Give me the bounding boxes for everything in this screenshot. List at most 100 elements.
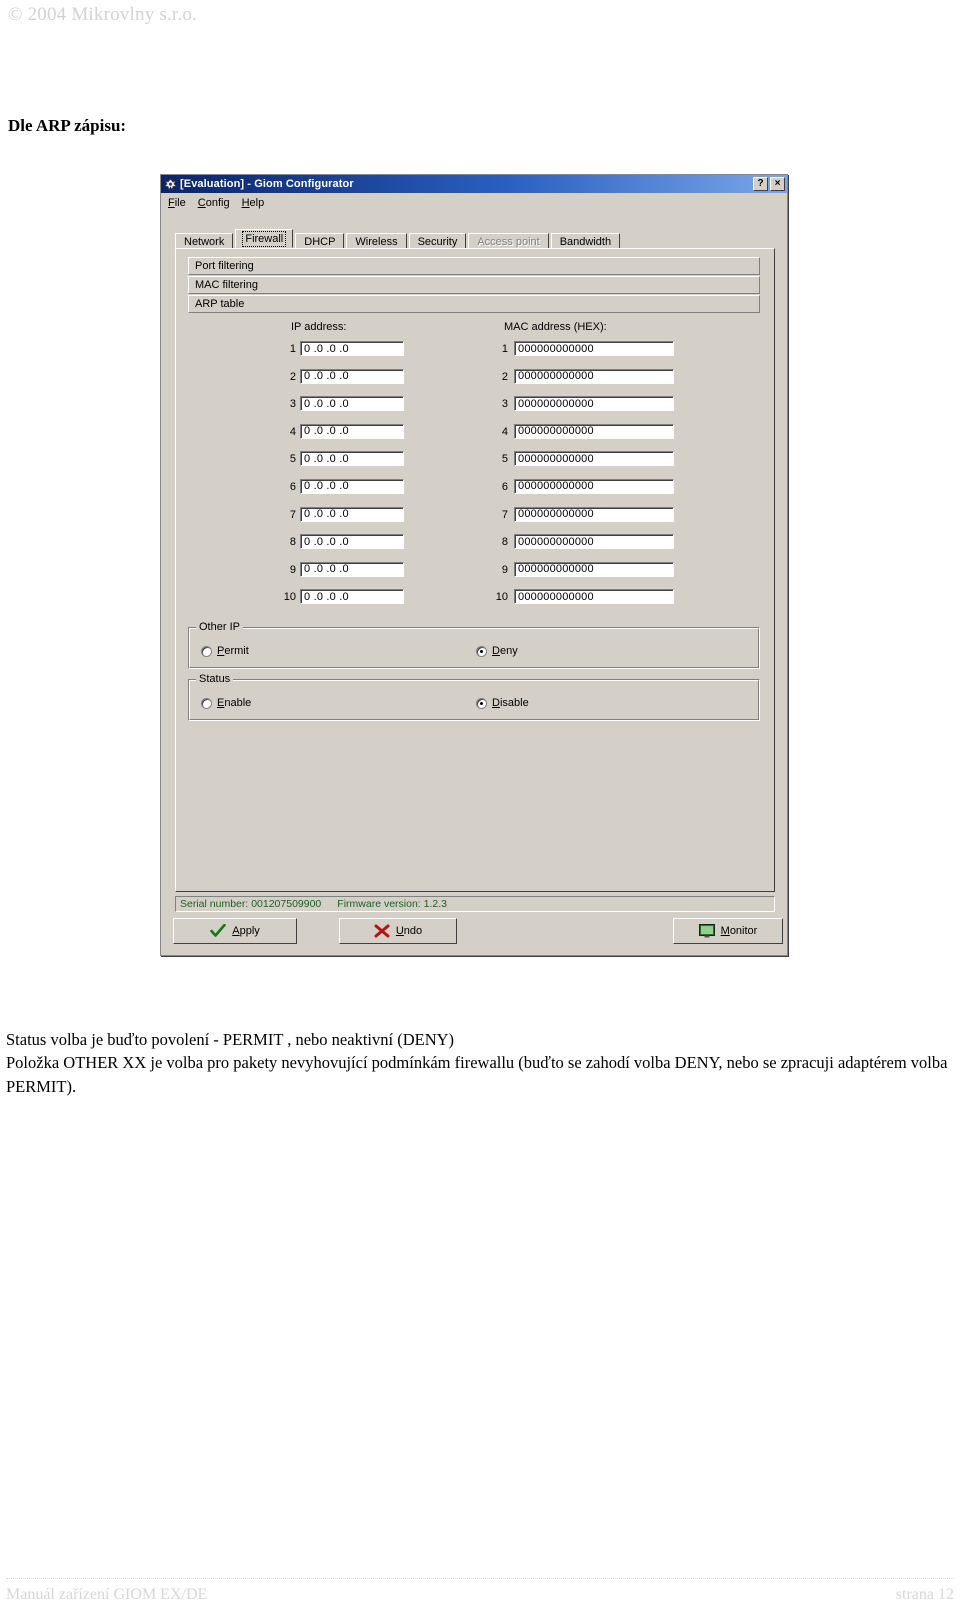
table-row: 4 0 .0 .0 .0 4 000000000000 xyxy=(176,423,774,452)
ip-address-input-1[interactable]: 0 .0 .0 .0 xyxy=(300,341,404,356)
green-check-icon xyxy=(210,924,227,938)
mac-address-input-7[interactable]: 000000000000 xyxy=(514,506,674,522)
menu-file[interactable]: File xyxy=(168,197,186,209)
row-index-ip-6: 6 xyxy=(289,480,296,493)
mac-address-input-2[interactable]: 000000000000 xyxy=(514,368,674,384)
table-row: 10 0 .0 .0 .0 10 000000000000 xyxy=(176,589,774,617)
mac-address-input-9[interactable]: 000000000000 xyxy=(514,561,674,577)
footer-manual-title: Manuál zařízení GIOM EX/DE xyxy=(6,1586,208,1603)
status-group-title: Status xyxy=(196,673,234,685)
tab-firewall[interactable]: Firewall xyxy=(235,229,294,248)
row-index-mac-7: 7 xyxy=(501,508,508,521)
menu-config-accel: C xyxy=(197,196,206,209)
action-button-row: Apply Undo Monitor xyxy=(173,918,783,946)
ip-address-input-4[interactable]: 0 .0 .0 .0 xyxy=(300,423,404,439)
footer-page-number: strana 12 xyxy=(895,1586,954,1603)
apply-button-label: Apply xyxy=(232,925,260,937)
mac-address-input-1[interactable]: 000000000000 xyxy=(514,341,674,356)
menu-file-rest: ile xyxy=(174,196,186,209)
menu-config[interactable]: Config xyxy=(198,197,230,209)
radio-other-ip-permit[interactable]: Permit xyxy=(201,645,249,657)
label-rest: ndo xyxy=(403,925,423,937)
menu-help[interactable]: Help xyxy=(242,197,265,209)
menubar: File Config Help xyxy=(161,193,787,212)
app-icon xyxy=(164,178,177,191)
tab-strip: Network Firewall DHCP Wireless Security … xyxy=(175,229,775,250)
accel-char: D xyxy=(492,697,500,709)
table-row: 7 0 .0 .0 .0 7 000000000000 xyxy=(176,506,774,535)
row-index-mac-9: 9 xyxy=(501,563,508,576)
serial-number-text: Serial number: 001207509900 xyxy=(180,898,322,910)
row-index-ip-9: 9 xyxy=(289,563,296,576)
mac-address-input-5[interactable]: 000000000000 xyxy=(514,451,674,467)
ip-address-input-9[interactable]: 0 .0 .0 .0 xyxy=(300,561,404,577)
help-button[interactable]: ? xyxy=(753,177,768,191)
row-index-ip-3: 3 xyxy=(289,398,296,411)
mac-address-input-10[interactable]: 000000000000 xyxy=(514,589,674,605)
ip-address-input-3[interactable]: 0 .0 .0 .0 xyxy=(300,396,404,412)
menu-help-rest: elp xyxy=(249,196,265,209)
firmware-version-text: Firmware version: 1.2.3 xyxy=(337,898,447,910)
tab-security-label: Security xyxy=(417,235,458,248)
section-arp-table[interactable]: ARP table xyxy=(188,295,760,313)
label-rest: pply xyxy=(239,925,260,937)
document-copyright-header: © 2004 Mikrovlny s.r.o. xyxy=(8,4,197,25)
table-row: 3 0 .0 .0 .0 3 000000000000 xyxy=(176,396,774,424)
label-rest: nable xyxy=(224,697,252,709)
firewall-tab-page: Port filtering MAC filtering ARP table I… xyxy=(175,248,775,892)
table-row: 5 0 .0 .0 .0 5 000000000000 xyxy=(176,451,774,479)
ip-address-input-8[interactable]: 0 .0 .0 .0 xyxy=(300,534,404,550)
monitor-button-label: Monitor xyxy=(721,925,758,937)
body-line-1: Status volba je buďto povolení - PERMIT … xyxy=(6,1030,455,1049)
tab-dhcp-label: DHCP xyxy=(304,235,336,248)
row-index-mac-2: 2 xyxy=(501,370,508,383)
radio-indicator xyxy=(201,645,212,657)
radio-indicator xyxy=(476,697,487,709)
ip-address-input-6[interactable]: 0 .0 .0 .0 xyxy=(300,478,404,494)
row-index-mac-3: 3 xyxy=(501,398,508,411)
row-index-ip-8: 8 xyxy=(289,536,296,549)
status-groupbox: Status Enable Disable xyxy=(188,673,760,721)
label-rest: isable xyxy=(499,697,529,709)
table-row: 8 0 .0 .0 .0 8 000000000000 xyxy=(176,534,774,562)
close-button[interactable]: × xyxy=(770,177,785,191)
row-index-mac-6: 6 xyxy=(501,480,508,493)
status-bar: Serial number: 001207509900 Firmware ver… xyxy=(175,896,775,912)
tab-bandwidth-label: Bandwidth xyxy=(559,235,612,248)
firewall-section-list: Port filtering MAC filtering ARP table xyxy=(188,257,760,314)
arp-entry-rows: 1 0 .0 .0 .0 1 000000000000 2 0 .0 .0 .0… xyxy=(176,341,774,617)
mac-address-input-8[interactable]: 000000000000 xyxy=(514,534,674,550)
radio-status-enable[interactable]: Enable xyxy=(201,697,251,709)
body-text: Status volba je buďto povolení - PERMIT … xyxy=(6,1028,950,1098)
section-arp-table-label: ARP table xyxy=(195,298,245,310)
ip-address-input-2[interactable]: 0 .0 .0 .0 xyxy=(300,368,404,384)
giom-configurator-window: [Evaluation] - Giom Configurator ? × Fil… xyxy=(160,174,788,956)
section-port-filtering[interactable]: Port filtering xyxy=(188,257,760,275)
footer-divider xyxy=(6,1578,954,1579)
radio-status-enable-label: Enable xyxy=(217,697,251,709)
ip-address-input-5[interactable]: 0 .0 .0 .0 xyxy=(300,451,404,467)
undo-button[interactable]: Undo xyxy=(339,918,457,944)
section-mac-filtering[interactable]: MAC filtering xyxy=(188,276,760,294)
mac-address-input-4[interactable]: 000000000000 xyxy=(514,423,674,439)
radio-status-disable[interactable]: Disable xyxy=(476,697,529,709)
row-index-ip-5: 5 xyxy=(289,453,296,466)
window-title: [Evaluation] - Giom Configurator xyxy=(180,178,354,190)
row-index-mac-8: 8 xyxy=(501,536,508,549)
ip-address-input-7[interactable]: 0 .0 .0 .0 xyxy=(300,506,404,522)
radio-other-ip-deny[interactable]: Deny xyxy=(476,645,518,657)
radio-other-ip-permit-label: Permit xyxy=(217,645,249,657)
accel-char: D xyxy=(492,645,500,657)
red-x-icon xyxy=(374,924,390,938)
row-index-ip-2: 2 xyxy=(289,370,296,383)
menu-help-accel: H xyxy=(241,196,250,209)
monitor-button[interactable]: Monitor xyxy=(673,918,783,944)
other-ip-groupbox: Other IP Permit Deny xyxy=(188,621,760,669)
ip-address-column-label: IP address: xyxy=(291,321,347,333)
mac-address-input-3[interactable]: 000000000000 xyxy=(514,396,674,412)
apply-button[interactable]: Apply xyxy=(173,918,297,944)
ip-address-input-10[interactable]: 0 .0 .0 .0 xyxy=(300,589,404,605)
mac-address-input-6[interactable]: 000000000000 xyxy=(514,478,674,494)
tab-access-point-label: Access point xyxy=(477,235,540,248)
accel-char: U xyxy=(395,925,404,937)
